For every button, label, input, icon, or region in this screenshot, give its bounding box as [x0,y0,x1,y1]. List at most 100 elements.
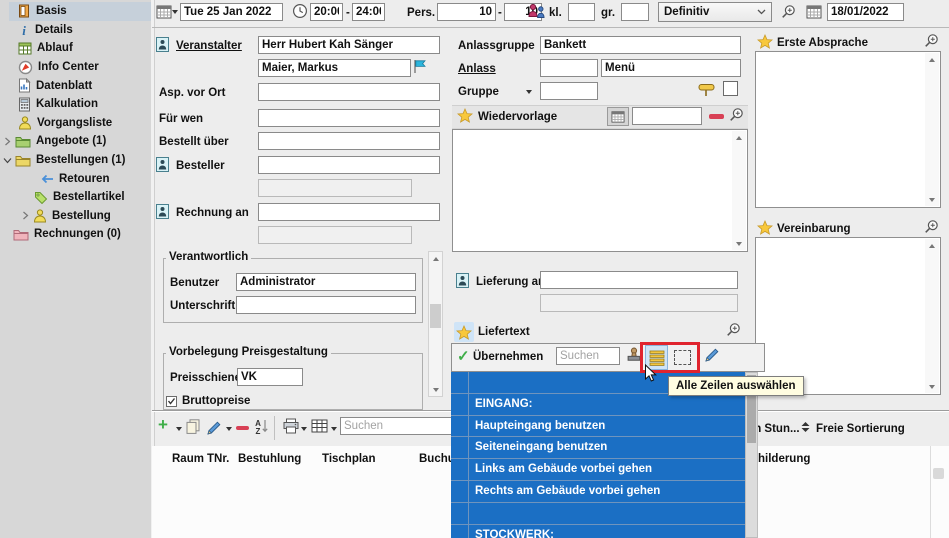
benutzer-input[interactable] [236,273,416,291]
delete-minus-icon[interactable] [236,426,249,430]
magnifier-plus-icon[interactable] [726,322,741,337]
lieferung-an-input[interactable] [540,271,738,289]
star-icon[interactable] [757,34,773,52]
time-to-input[interactable] [352,3,385,21]
signpost-icon[interactable] [698,83,716,100]
list-item[interactable]: Rechts am Gebäude vorbei gehen [451,481,745,503]
copy-icon[interactable] [185,419,201,437]
sidebar-item-bestellungen[interactable]: Bestellungen (1) [0,151,151,170]
veranstalter-contact-input[interactable] [258,59,411,77]
calendar-icon[interactable] [156,4,172,19]
kl-input[interactable] [568,3,595,21]
unterschrift-input[interactable] [236,296,416,314]
star-icon[interactable] [457,108,473,126]
gr-input[interactable] [621,3,649,21]
contact-person-icon[interactable] [456,273,469,291]
list-item[interactable]: Seiteneingang benutzen [451,437,745,459]
sidebar-item-angebote[interactable]: Angebote (1) [0,132,151,151]
event-date-input[interactable] [180,3,283,21]
table-view-icon[interactable] [311,419,328,436]
gruppe-input[interactable] [540,82,598,100]
edit-dropdown-caret[interactable] [226,427,232,431]
table-scrollbar[interactable] [933,468,944,479]
anlass-label[interactable]: Anlass [458,63,496,76]
bruttopreise-checkbox[interactable] [166,396,177,407]
calendar-button[interactable] [607,107,629,126]
sidebar-item-ablauf[interactable]: Ablauf [0,39,151,58]
star-icon[interactable] [454,322,474,342]
list-item[interactable]: Links am Gebäude vorbei gehen [451,459,745,481]
sort-arrows-icon[interactable] [800,421,811,436]
contact-person-icon[interactable] [156,37,169,55]
anlass-input[interactable] [601,59,741,77]
calendar-icon[interactable] [806,4,822,19]
table-search-input[interactable] [340,417,452,435]
column-header-tischplan[interactable]: Tischplan [322,453,375,465]
magnifier-plus-icon[interactable] [729,107,744,122]
list-item[interactable]: Haupteingang benutzen [451,416,745,438]
asp-vor-ort-input[interactable] [258,83,440,101]
uebernehmen-button[interactable]: Übernehmen [473,351,543,364]
rechnung-an-input[interactable] [258,203,440,221]
list-item[interactable]: EINGANG: [451,394,745,416]
fuer-wen-input[interactable] [258,109,440,127]
column-header-buchung[interactable]: Buchu [419,453,455,465]
column-header-beschilderung-fragment[interactable]: hilderung [758,453,810,465]
magnifier-plus-icon[interactable] [924,219,939,234]
list-item[interactable] [451,503,745,525]
sidebar-item-info-center[interactable]: Info Center [0,58,151,77]
veranstalter-label[interactable]: Veranstalter [176,40,242,53]
sidebar-item-kalkulation[interactable]: Kalkulation [0,95,151,114]
magnifier-plus-icon[interactable] [781,4,796,19]
vereinbarung-textarea[interactable] [755,237,941,395]
printer-icon[interactable] [282,418,300,437]
besteller-input[interactable] [258,156,440,174]
wiedervorlage-textarea[interactable] [452,129,748,252]
bestellt-ueber-input[interactable] [258,132,440,150]
pencil-icon[interactable] [206,420,222,439]
gruppe-dropdown-caret[interactable] [526,90,532,94]
sidebar-item-datenblatt[interactable]: Datenblatt [0,76,151,95]
anlassgruppe-input[interactable] [540,36,741,54]
table-dropdown-caret[interactable] [331,427,337,431]
remove-minus-icon[interactable] [709,114,724,119]
contact-person-icon[interactable] [156,157,169,175]
column-header-raum[interactable]: Raum [172,453,204,465]
chevron-right-icon[interactable] [3,137,12,146]
column-header-bestuhlung[interactable]: Bestuhlung [238,453,301,465]
add-dropdown-caret[interactable] [176,427,182,431]
liefertext-search-input[interactable] [556,347,620,365]
status-select[interactable]: Definitiv [658,2,772,22]
deadline-date-input[interactable] [827,3,904,21]
list-scrollbar[interactable] [745,372,758,538]
magnifier-plus-icon[interactable] [924,33,939,48]
time-from-input[interactable] [310,3,343,21]
veranstalter-input[interactable] [258,36,440,54]
chevron-right-icon[interactable] [21,211,30,220]
gruppe-checkbox[interactable] [723,81,738,96]
erste-absprache-textarea[interactable] [755,51,941,208]
anlass-code-input[interactable] [540,59,598,77]
preisschiene-input[interactable] [237,368,303,386]
chevron-down-icon[interactable] [3,156,12,165]
contact-person-icon[interactable] [156,204,169,222]
flag-icon[interactable] [413,59,426,77]
pers-from-input[interactable] [437,3,496,21]
column-header-tnr[interactable]: TNr. [207,453,229,465]
sidebar-item-details[interactable]: i Details [0,21,151,40]
form-scrollbar[interactable] [428,251,443,397]
sidebar-item-rechnungen[interactable]: Rechnungen (0) [0,225,151,244]
add-plus-icon[interactable]: + [158,416,168,433]
list-item[interactable]: STOCKWERK: [451,525,745,538]
star-icon[interactable] [757,220,773,238]
sidebar-item-vorgangsliste[interactable]: Vorgangsliste [0,114,151,133]
wiedervorlage-date-input[interactable] [632,107,702,125]
sidebar-item-bestellartikel[interactable]: Bestellartikel [0,188,151,207]
sidebar-item-bestellung[interactable]: Bestellung [0,207,151,226]
sidebar-item-basis[interactable]: Basis [9,2,151,21]
sidebar-item-retouren[interactable]: Retouren [0,169,151,188]
print-dropdown-caret[interactable] [301,427,307,431]
sort-az-icon[interactable]: AZ [254,418,269,438]
calendar-dropdown-caret[interactable] [172,10,178,14]
pencil-icon[interactable] [704,347,720,366]
